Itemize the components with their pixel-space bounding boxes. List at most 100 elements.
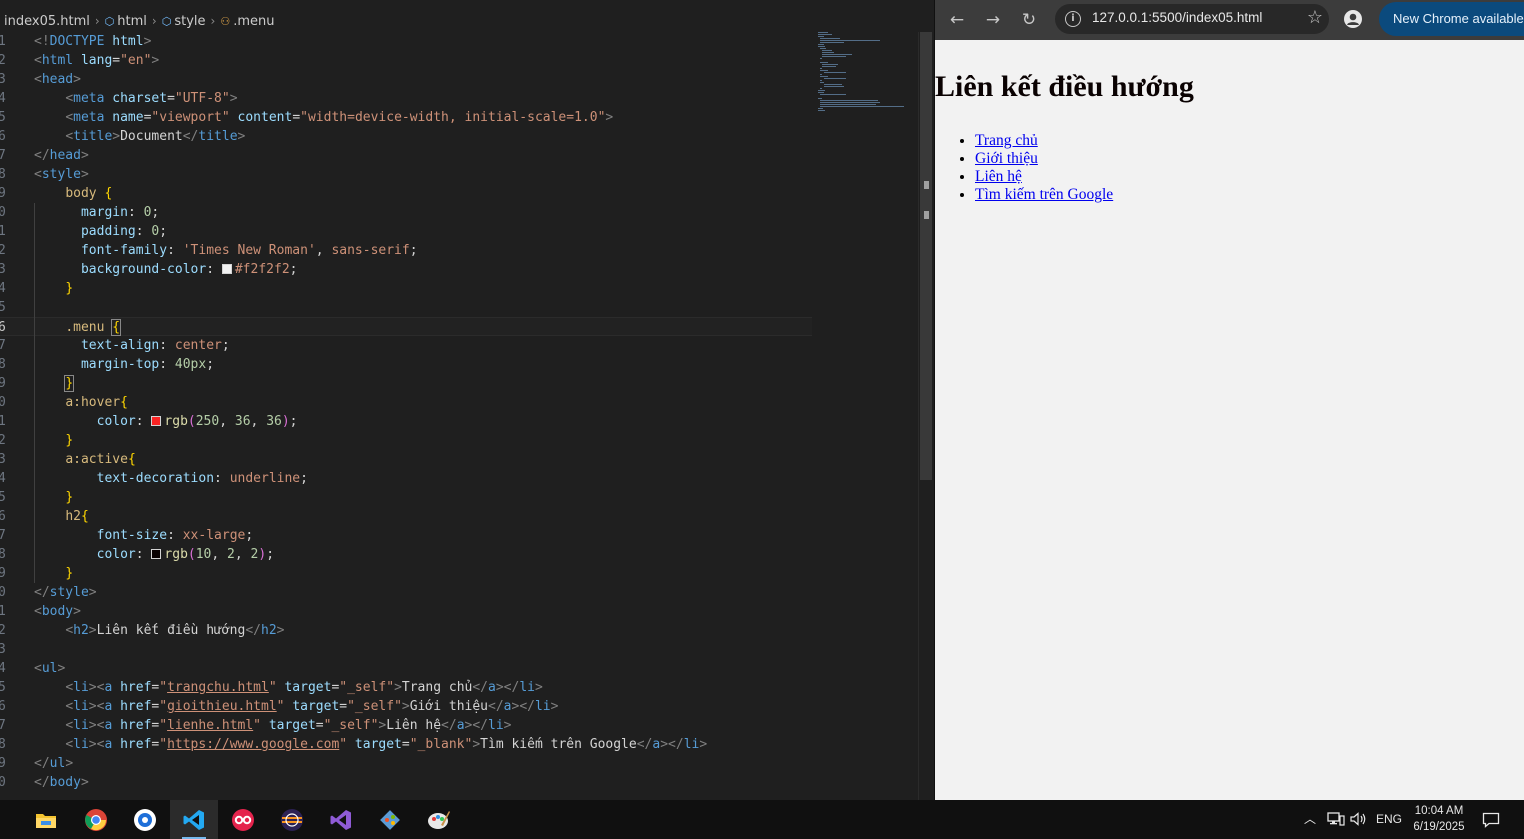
code-line[interactable]: 0 margin: 0;	[0, 203, 812, 222]
profile-icon[interactable]	[1343, 9, 1363, 29]
code-line[interactable]: 1 padding: 0;	[0, 222, 812, 241]
code-line[interactable]: 9 }	[0, 564, 812, 583]
minimap[interactable]	[816, 30, 906, 120]
code-line[interactable]: 9 }	[0, 374, 812, 393]
link-lien-he[interactable]: Liên hệ	[975, 168, 1022, 185]
bookmark-star-icon[interactable]: ☆	[1307, 7, 1323, 28]
app-round-icon[interactable]	[121, 800, 169, 839]
code-line[interactable]: 5 <meta name="viewport" content="width=d…	[0, 108, 812, 127]
git-tool-icon[interactable]	[366, 800, 414, 839]
link-gioi-thieu[interactable]: Giới thiệu	[975, 150, 1038, 167]
notification-icon[interactable]	[1480, 800, 1502, 839]
code-line[interactable]: 5 }	[0, 488, 812, 507]
code-line[interactable]: 8 margin-top: 40px;	[0, 355, 812, 374]
code-token: <	[65, 110, 74, 125]
code-line[interactable]: 3 a:active{	[0, 450, 812, 469]
code-text: <li><a href="https://www.google.com" tar…	[34, 735, 707, 754]
code-line[interactable]: 6 <title>Document</title>	[0, 127, 812, 146]
code-area[interactable]: 1 <!DOCTYPE html> 2 <html lang="en"> 3 <head>…	[0, 32, 812, 800]
network-icon[interactable]	[1324, 800, 1348, 839]
color-swatch-icon[interactable]	[221, 264, 232, 274]
code-line[interactable]: 2 font-family: 'Times New Roman', sans-s…	[0, 241, 812, 260]
line-number: 4	[0, 661, 6, 676]
code-line[interactable]: 9 </ul>	[0, 754, 812, 773]
breadcrumb-item-menu[interactable]: .menu	[233, 14, 274, 29]
reload-icon[interactable]: ↻	[1017, 8, 1041, 32]
code-line[interactable]: 1 <body>	[0, 602, 812, 621]
color-swatch-icon[interactable]	[151, 549, 162, 559]
indent-guide	[34, 203, 35, 583]
chevron-up-icon[interactable]: ︿	[1300, 800, 1320, 839]
file-explorer-icon[interactable]	[22, 800, 70, 839]
clock[interactable]: 10:04 AM 6/19/2025	[1404, 803, 1474, 835]
code-token: li	[73, 680, 89, 695]
color-swatch-icon[interactable]	[151, 416, 162, 426]
code-token: =	[315, 718, 324, 733]
code-line[interactable]: 7 font-size: xx-large;	[0, 526, 812, 545]
code-line[interactable]: 6 <li><a href="gioithieu.html" target="_…	[0, 697, 812, 716]
code-line[interactable]: 4 }	[0, 279, 812, 298]
visual-studio-icon[interactable]	[317, 800, 365, 839]
code-text: </body>	[34, 773, 89, 792]
code-line[interactable]: 0 </style>	[0, 583, 812, 602]
chrome-update-button[interactable]: New Chrome available	[1379, 2, 1524, 36]
code-line[interactable]: 0 </body>	[0, 773, 812, 792]
line-number: 8	[0, 737, 6, 752]
back-icon[interactable]: ←	[945, 8, 969, 32]
code-token: gioithieu.html	[167, 699, 277, 714]
code-line[interactable]: 2 }	[0, 431, 812, 450]
breadcrumb-item-style[interactable]: style	[174, 14, 205, 29]
code-text: color: rgb(250, 36, 36);	[34, 412, 298, 431]
code-token: :	[159, 357, 175, 372]
volume-icon[interactable]	[1348, 800, 1370, 839]
site-info-icon[interactable]: i	[1065, 11, 1081, 27]
code-line[interactable]: 7 <li><a href="lienhe.html" target="_sel…	[0, 716, 812, 735]
code-line[interactable]: 7 </head>	[0, 146, 812, 165]
code-token: li	[683, 737, 700, 752]
code-token: <	[65, 718, 74, 733]
chevron-right-icon: ›	[94, 14, 100, 28]
code-line[interactable]: 4 <meta charset="UTF-8">	[0, 89, 812, 108]
code-line[interactable]: 4 text-decoration: underline;	[0, 469, 812, 488]
code-line[interactable]: 2 <h2>Liên kết điều hướng</h2>	[0, 621, 812, 640]
app-oo-icon[interactable]	[219, 800, 267, 839]
code-editor[interactable]: index05.html › ⬡ html › ⬡ style › ⚇ .men…	[0, 0, 934, 800]
code-line[interactable]: 8 color: rgb(10, 2, 2);	[0, 545, 812, 564]
code-line[interactable]: 3 background-color: #f2f2f2;	[0, 260, 812, 279]
url-text[interactable]: 127.0.0.1:5500/index05.html	[1092, 10, 1262, 25]
breadcrumb-item-html[interactable]: html	[117, 14, 147, 29]
code-line[interactable]: 1 <!DOCTYPE html>	[0, 32, 812, 51]
breadcrumb-item-file[interactable]: index05.html	[4, 14, 90, 29]
forward-icon[interactable]: →	[981, 8, 1005, 32]
address-bar[interactable]: i 127.0.0.1:5500/index05.html ☆	[1055, 4, 1329, 34]
paint-icon[interactable]	[415, 800, 463, 839]
code-line[interactable]: 5	[0, 298, 812, 317]
code-line[interactable]: 3	[0, 640, 812, 659]
code-line[interactable]: 2 <html lang="en">	[0, 51, 812, 70]
eclipse-icon[interactable]	[268, 800, 316, 839]
code-line[interactable]: 8 <li><a href="https://www.google.com" t…	[0, 735, 812, 754]
code-line[interactable]: 6 h2{	[0, 507, 812, 526]
code-line[interactable]: 4 <ul>	[0, 659, 812, 678]
vscode-icon[interactable]	[170, 800, 218, 839]
code-token: background-color	[80, 262, 207, 277]
code-line[interactable]: 1 color: rgb(250, 36, 36);	[0, 412, 812, 431]
editor-scrollbar-thumb[interactable]	[920, 32, 932, 480]
code-line[interactable]: 6 .menu {	[0, 317, 812, 336]
language-indicator[interactable]: ENG	[1374, 800, 1404, 839]
chrome-icon[interactable]	[72, 800, 120, 839]
link-trang-chu[interactable]: Trang chủ	[975, 132, 1038, 149]
code-line[interactable]: 8 <style>	[0, 165, 812, 184]
code-line[interactable]: 5 <li><a href="trangchu.html" target="_s…	[0, 678, 812, 697]
line-number: 3	[0, 262, 6, 277]
code-token: ></	[464, 718, 489, 733]
code-line[interactable]: 3 <head>	[0, 70, 812, 89]
link-google-search[interactable]: Tìm kiếm trên Google	[975, 186, 1113, 203]
code-line[interactable]: 7 text-align: center;	[0, 336, 812, 355]
list-item: Liên hệ	[975, 168, 1113, 186]
code-line[interactable]: 0 a:hover{	[0, 393, 812, 412]
line-number: 5	[0, 490, 6, 505]
code-line[interactable]: 9 body {	[0, 184, 812, 203]
line-number: 0	[0, 775, 6, 790]
